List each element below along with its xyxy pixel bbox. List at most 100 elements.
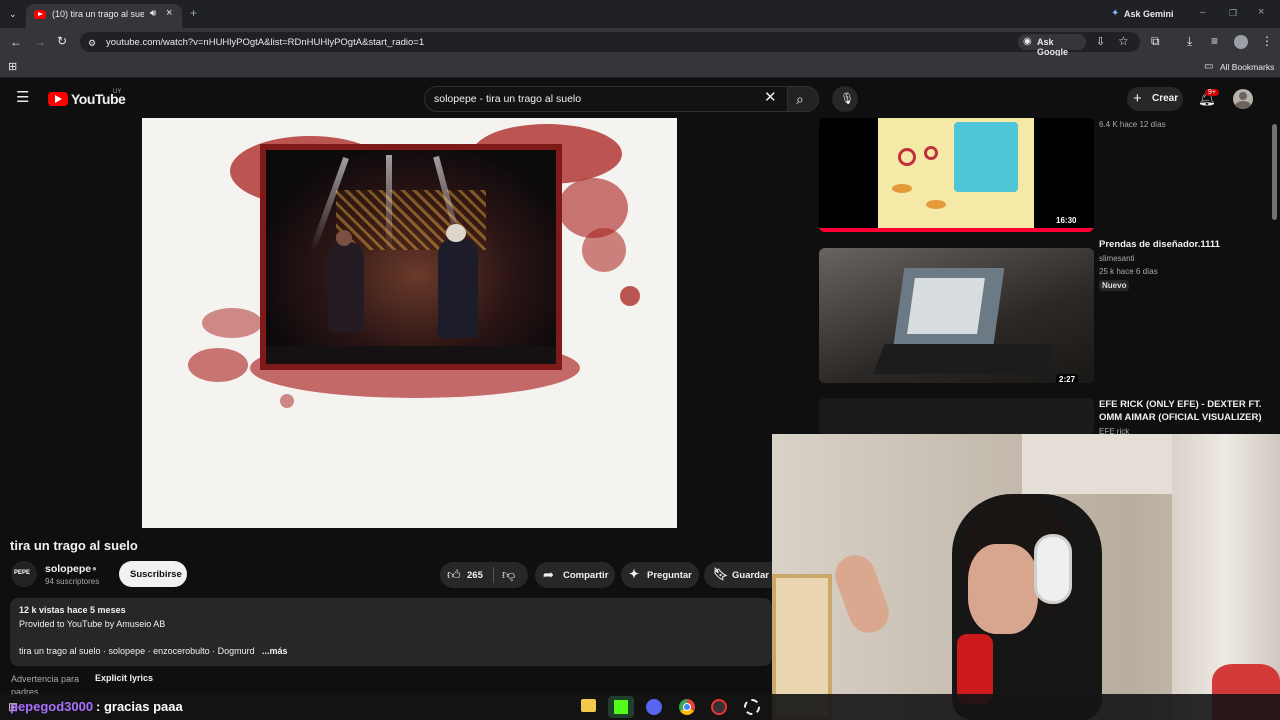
voice-search-button[interactable]: 🎙︎	[832, 86, 858, 112]
capture-app-icon[interactable]	[744, 699, 760, 715]
subscriber-count: 94 suscriptores	[45, 577, 100, 586]
sidebar-scrollbar[interactable]	[1272, 124, 1277, 220]
subscribe-label: Suscribirse	[130, 569, 182, 580]
description-box[interactable]: 12 k vistas hace 5 meses Provided to You…	[10, 598, 772, 666]
like-count[interactable]: 265	[467, 570, 483, 581]
restore-icon[interactable]: ❐	[1229, 7, 1237, 19]
share-button[interactable]: ➦ Compartir	[535, 562, 615, 588]
recommended-title[interactable]: Prendas de diseñador.1111	[1099, 238, 1220, 251]
video-player[interactable]	[142, 118, 677, 528]
taskbar-active-app[interactable]	[608, 696, 634, 718]
apps-grid-icon[interactable]: ⊞	[8, 61, 17, 73]
tab-search-icon[interactable]: ⌄	[9, 8, 17, 20]
extensions-icon[interactable]: ⧉	[1151, 35, 1160, 47]
file-explorer-icon[interactable]	[581, 699, 596, 712]
back-icon[interactable]: ←	[10, 36, 22, 48]
country-code: UY	[113, 89, 122, 95]
ask-google-chip[interactable]: ◉ Ask Google	[1018, 34, 1086, 57]
gemini-icon: ✦	[1111, 8, 1120, 19]
search-icon: ⌕	[796, 91, 804, 107]
window-close-icon[interactable]: ×	[1258, 6, 1264, 18]
create-label: Crear	[1152, 93, 1179, 104]
ask-button[interactable]: ✦ Preguntar	[621, 562, 699, 588]
chat-username: pepegod3000	[10, 699, 94, 714]
minimize-icon[interactable]: –	[1200, 7, 1206, 19]
advisory-value: Explicit lyrics	[95, 673, 154, 683]
dislike-icon[interactable]: 👎︎	[502, 567, 515, 583]
share-label: Compartir	[563, 570, 609, 581]
folder-icon: ▭	[1204, 61, 1214, 72]
like-divider	[493, 567, 494, 583]
drawing-artwork	[878, 118, 1034, 230]
track-credits: tira un trago al suelo · solopepe · enzo…	[19, 646, 255, 656]
channel-avatar[interactable]: PEPE	[11, 561, 37, 587]
install-app-icon[interactable]: ⇩	[1096, 36, 1105, 48]
recommended-channel[interactable]: EFE rick	[1099, 427, 1129, 434]
sparkle-icon: ✦	[629, 567, 640, 581]
chat-text: : gracias paaa	[96, 699, 183, 714]
plus-icon: +	[1133, 90, 1142, 107]
search-input[interactable]: solopepe - tira un trago al suelo	[434, 93, 581, 105]
recommended-thumbnail-1[interactable]: 16:30	[819, 118, 1094, 232]
search-button[interactable]: ⌕	[787, 86, 819, 112]
recommended-meta: 6.4 K hace 12 días	[1099, 120, 1166, 129]
obs-icon[interactable]	[711, 699, 727, 715]
notification-badge: 9+	[1205, 89, 1219, 96]
video-frame-concert	[260, 144, 562, 370]
tab-close-icon[interactable]: ×	[166, 7, 172, 19]
forward-icon[interactable]: →	[34, 36, 46, 48]
lens-icon: ◉	[1023, 36, 1032, 47]
watch-progress-bar	[819, 228, 1094, 232]
like-dislike-group: 👍︎ 265 👎︎	[440, 562, 528, 588]
webcam-overlay	[772, 434, 1280, 720]
new-badge: Nuevo	[1099, 280, 1130, 291]
create-button[interactable]: + Crear	[1127, 87, 1183, 111]
play-triangle-icon	[55, 95, 62, 103]
bookmarks-bar	[0, 56, 1280, 78]
all-bookmarks-link[interactable]: All Bookmarks	[1220, 62, 1274, 72]
youtube-logo-icon[interactable]	[48, 92, 68, 106]
downloads-icon[interactable]: ⤓	[1187, 35, 1192, 47]
discord-icon[interactable]	[646, 699, 662, 715]
profile-avatar-icon[interactable]	[1234, 35, 1248, 49]
clear-search-icon[interactable]: ✕	[764, 90, 777, 105]
browser-tab[interactable]: (10) tira un trago al suelo - 🔊︎ ×	[26, 4, 182, 28]
recommended-thumbnail-3[interactable]	[819, 398, 1094, 434]
save-label: Guardar	[732, 570, 769, 581]
like-icon[interactable]: 👍︎	[447, 567, 461, 583]
bookmark-star-icon[interactable]: ☆	[1118, 35, 1129, 47]
chrome-icon[interactable]	[679, 699, 695, 715]
show-more-link[interactable]: ...más	[262, 646, 288, 656]
channel-name[interactable]: solopepe	[45, 563, 91, 575]
menu-hamburger-icon[interactable]: ☰	[16, 90, 29, 105]
channel-avatar-text: PEPE	[14, 570, 31, 576]
duration-badge: 2:27	[1056, 374, 1079, 383]
bookmark-icon: 🔖︎	[713, 567, 729, 581]
new-tab-button[interactable]: +	[190, 7, 197, 19]
ask-gemini-button[interactable]: Ask Gemini	[1124, 9, 1174, 19]
provided-by-text: Provided to YouTube by Amuseio AB	[19, 619, 166, 629]
verified-icon: ●	[92, 564, 97, 573]
recommended-meta: 25 k hace 6 días	[1099, 267, 1158, 276]
account-avatar[interactable]	[1233, 89, 1253, 109]
video-title: tira un trago al suelo	[10, 538, 138, 553]
ask-label: Preguntar	[647, 570, 692, 581]
youtube-favicon-icon	[34, 10, 46, 19]
browser-menu-icon[interactable]: ⋮	[1261, 35, 1273, 47]
speaker-icon[interactable]: 🔊︎	[150, 8, 156, 19]
save-button[interactable]: 🔖︎ Guardar	[704, 562, 772, 588]
subscribe-button[interactable]: Suscribirse	[119, 561, 187, 587]
ask-google-label: Ask Google	[1037, 37, 1068, 57]
taskbar	[0, 694, 1280, 720]
views-and-date: 12 k vistas hace 5 meses	[19, 605, 126, 615]
recommended-thumbnail-2[interactable]: 2:27	[819, 248, 1094, 383]
site-info-icon[interactable]: ⚙	[88, 37, 96, 49]
recommended-channel[interactable]: slimesanti	[1099, 254, 1135, 263]
media-queue-icon[interactable]: ≡	[1211, 35, 1218, 47]
recommended-title[interactable]: EFE RICK (ONLY EFE) - DEXTER FT. OMM AIM…	[1099, 398, 1269, 424]
microphone-icon: 🎙︎	[840, 93, 854, 105]
tab-title: (10) tira un trago al suelo -	[52, 9, 144, 19]
duration-badge: 16:30	[1053, 215, 1080, 226]
url-text[interactable]: youtube.com/watch?v=nHUHlyPOgtA&list=RDn…	[106, 37, 424, 48]
reload-icon[interactable]: ↻	[57, 35, 67, 47]
